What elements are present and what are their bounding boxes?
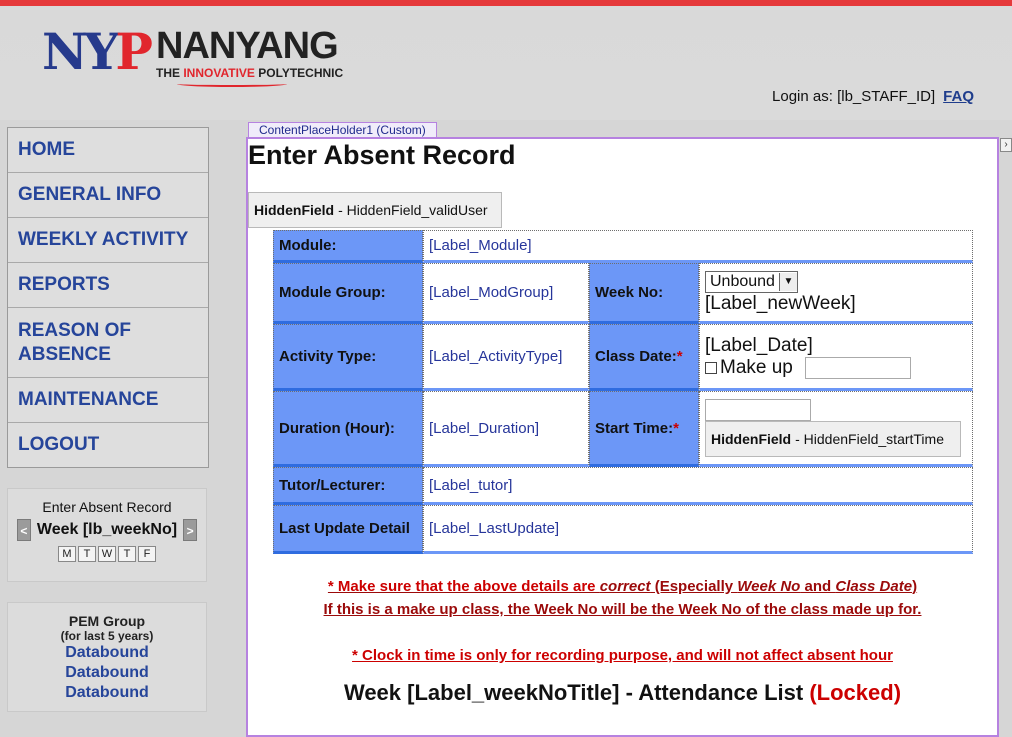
- required-mark: *: [673, 419, 679, 437]
- last-update-value: [Label_LastUpdate]: [423, 505, 973, 554]
- duration-label: Duration (Hour):: [273, 391, 423, 467]
- week-no-label: Week No:: [589, 263, 699, 324]
- day-button-wed[interactable]: W: [98, 546, 116, 562]
- day-button-tue[interactable]: T: [78, 546, 96, 562]
- tutor-label: Tutor/Lecturer:: [273, 467, 423, 505]
- logo-tagline: THE INNOVATIVE POLYTECHNIC: [156, 66, 344, 80]
- logo-swoosh-icon: [177, 81, 287, 87]
- hidden-field-start-time: HiddenField - HiddenField_startTime: [705, 421, 961, 457]
- module-value: [Label_Module]: [423, 230, 973, 263]
- class-date-value: [Label_Date]: [705, 334, 813, 356]
- nav-item-home[interactable]: HOME: [8, 128, 208, 173]
- content-placeholder-tag: ContentPlaceHolder1 (Custom): [248, 122, 437, 138]
- class-date-label: Class Date: *: [589, 324, 699, 391]
- nav-item-reports[interactable]: REPORTS: [8, 263, 208, 308]
- required-mark: *: [676, 348, 683, 365]
- start-time-cell: HiddenField - HiddenField_startTime: [699, 391, 973, 467]
- week-selector-panel: Enter Absent Record < Week [lb_weekNo] >…: [7, 488, 207, 582]
- prev-week-button[interactable]: <: [16, 519, 31, 541]
- day-button-fri[interactable]: F: [138, 546, 156, 562]
- next-week-button[interactable]: >: [183, 519, 198, 541]
- class-date-cell: [Label_Date] Make up: [699, 324, 973, 391]
- logo-mark: NYP: [42, 22, 153, 81]
- pem-link[interactable]: Databound: [8, 643, 206, 663]
- login-info: Login as: [lb_STAFF_ID] FAQ: [772, 88, 974, 105]
- note-clock-in: * Clock in time is only for recording pu…: [352, 647, 893, 664]
- nav-item-logout[interactable]: LOGOUT: [8, 423, 208, 467]
- nav-item-reason-of-absence[interactable]: REASON OF ABSENCE: [8, 308, 208, 378]
- week-no-select[interactable]: Unbound ▼: [705, 270, 798, 293]
- note-correct-details: * Make sure that the above details are c…: [327, 578, 918, 595]
- makeup-row: Make up: [705, 356, 911, 379]
- week-no-cell: Unbound ▼ [Label_newWeek]: [699, 263, 973, 324]
- duration-value: [Label_Duration]: [423, 391, 589, 467]
- hidden-field-valid-user: HiddenField - HiddenField_validUser: [248, 192, 502, 228]
- makeup-label: Make up: [720, 356, 793, 378]
- module-group-value: [Label_ModGroup]: [423, 263, 589, 324]
- week-label: Week [lb_weekNo]: [36, 521, 178, 538]
- week-no-value: [Label_newWeek]: [705, 292, 856, 314]
- logo-name: NANYANG: [156, 25, 339, 67]
- last-update-label: Last Update Detail: [273, 505, 423, 554]
- week-panel-title: Enter Absent Record: [42, 499, 172, 515]
- locked-badge: (Locked): [809, 680, 902, 705]
- week-row: < Week [lb_weekNo] >: [8, 519, 206, 541]
- nav-item-maintenance[interactable]: MAINTENANCE: [8, 378, 208, 423]
- pem-title: PEM Group: [68, 613, 146, 629]
- start-time-input[interactable]: [705, 399, 811, 421]
- day-button-mon[interactable]: M: [58, 546, 76, 562]
- day-buttons: M T W T F: [8, 546, 206, 562]
- tutor-value: [Label_tutor]: [423, 467, 973, 505]
- module-label: Module:: [273, 230, 423, 263]
- module-group-label: Module Group:: [273, 263, 423, 324]
- pem-link[interactable]: Databound: [8, 663, 206, 683]
- nav-item-weekly-activity[interactable]: WEEKLY ACTIVITY: [8, 218, 208, 263]
- pem-group-panel: PEM Group (for last 5 years) Databound D…: [7, 602, 207, 712]
- activity-type-value: [Label_ActivityType]: [423, 324, 589, 391]
- start-time-label: Start Time: *: [589, 391, 699, 467]
- makeup-input[interactable]: [804, 356, 911, 379]
- nyp-logo[interactable]: NYP NANYANG THE INNOVATIVE POLYTECHNIC: [42, 22, 344, 88]
- expand-icon[interactable]: ›: [1000, 138, 1012, 152]
- page-title: Enter Absent Record: [248, 140, 516, 170]
- pem-subtitle: (for last 5 years): [60, 629, 154, 643]
- note-makeup-class: If this is a make up class, the Week No …: [323, 601, 922, 618]
- attendance-title: Week [Label_weekNoTitle] - Attendance Li…: [343, 680, 902, 705]
- makeup-checkbox[interactable]: [705, 361, 717, 374]
- instruction-notes: * Make sure that the above details are c…: [248, 575, 997, 667]
- faq-link[interactable]: FAQ: [943, 88, 974, 105]
- nav-item-general-info[interactable]: GENERAL INFO: [8, 173, 208, 218]
- pem-link[interactable]: Databound: [8, 683, 206, 703]
- sidebar-nav: HOME GENERAL INFO WEEKLY ACTIVITY REPORT…: [7, 127, 209, 468]
- activity-type-label: Activity Type:: [273, 324, 423, 391]
- login-label: Login as: [lb_STAFF_ID]: [772, 88, 936, 105]
- chevron-down-icon: ▼: [778, 272, 797, 291]
- day-button-thu[interactable]: T: [118, 546, 136, 562]
